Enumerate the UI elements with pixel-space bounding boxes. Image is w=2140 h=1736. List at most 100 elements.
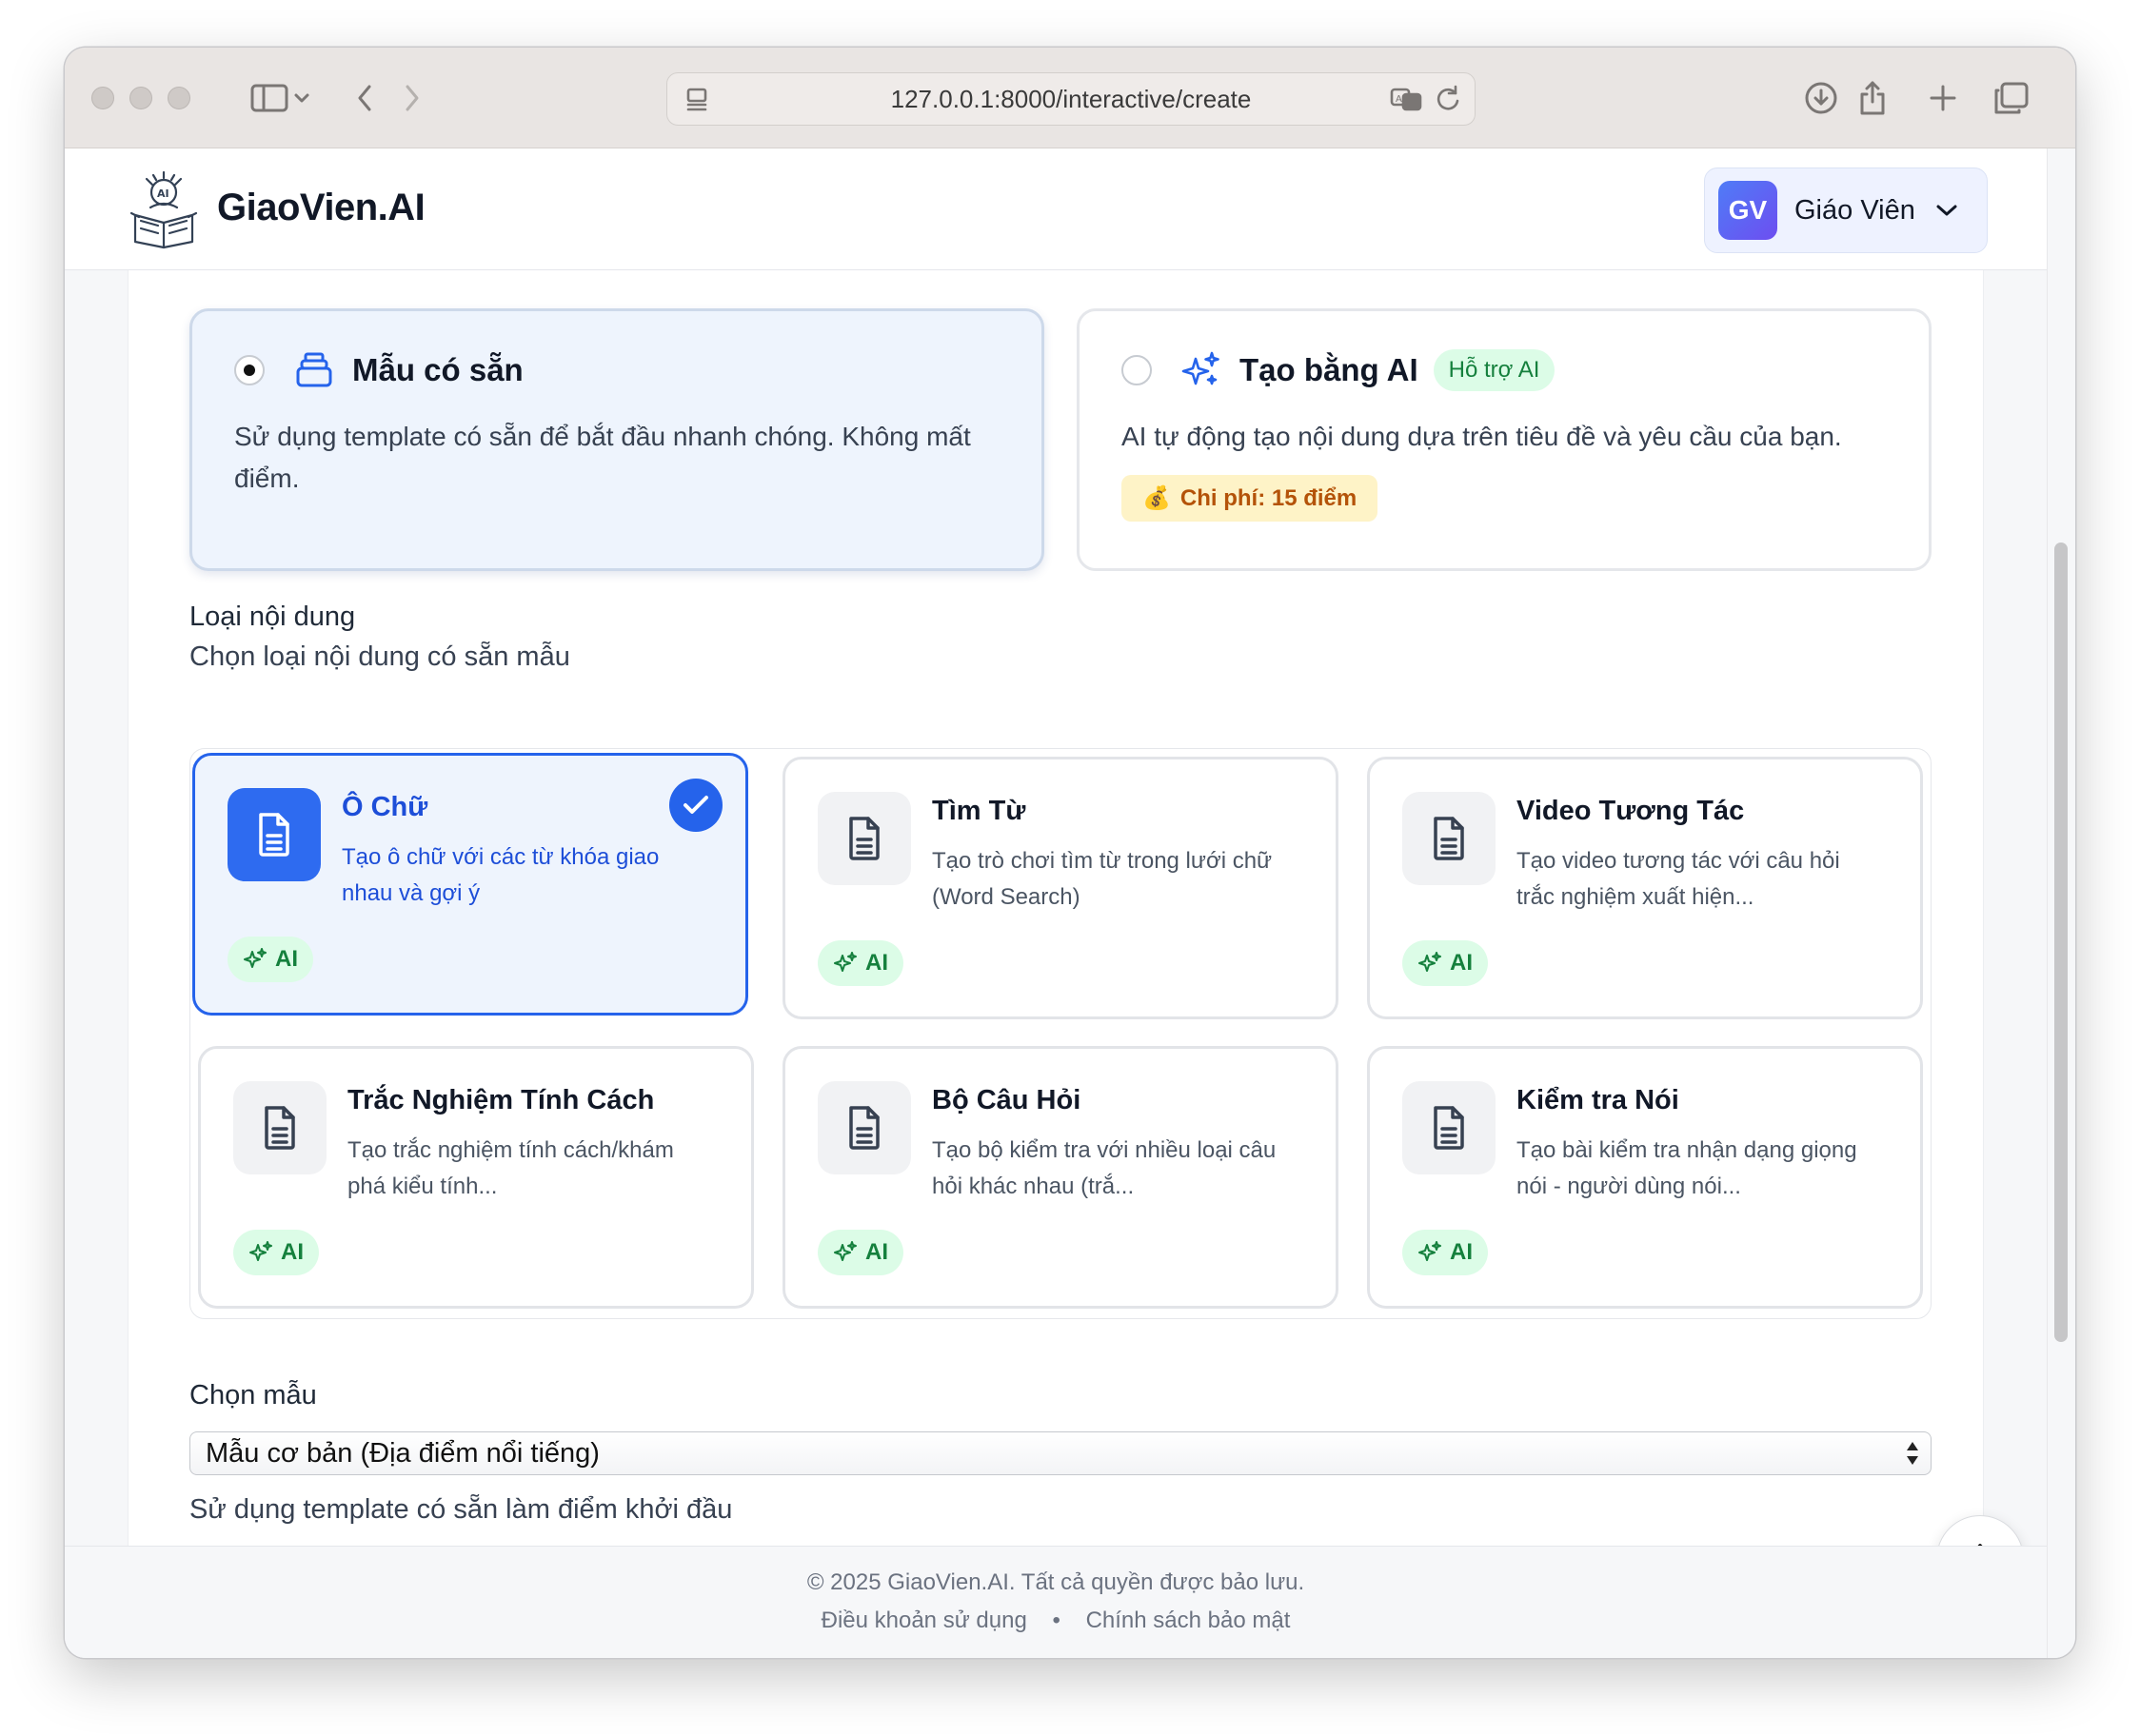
mode-description-template: Sử dụng template có sẵn để bắt đầu nhanh…	[234, 422, 971, 493]
check-icon	[669, 779, 723, 832]
ai-tag: AI	[233, 1230, 319, 1275]
new-tab-icon[interactable]	[1921, 76, 1965, 120]
page: AI GiaoVien.AI GV Giáo Viên Mẫu có sẵn S…	[65, 148, 2047, 1658]
type-title: Video Tương Tác	[1516, 796, 1745, 826]
footer-separator: •	[1052, 1608, 1060, 1633]
mode-title-template: Mẫu có sẵn	[352, 352, 524, 387]
chevron-down-icon[interactable]	[289, 76, 314, 120]
type-description: Tạo trò chơi tìm từ trong lưới chữ (Word…	[932, 848, 1273, 910]
document-icon	[818, 792, 911, 885]
type-card-question-set[interactable]: Bộ Câu Hỏi Tạo bộ kiểm tra với nhiều loạ…	[783, 1046, 1338, 1309]
sidebar-toggle-icon[interactable]	[248, 76, 291, 120]
document-icon	[1402, 792, 1496, 885]
ai-tag: AI	[1402, 940, 1488, 986]
avatar: GV	[1718, 181, 1777, 240]
template-select[interactable]: Mẫu cơ bản (Địa điểm nổi tiếng)	[189, 1431, 1932, 1475]
type-card-speaking-test[interactable]: Kiểm tra Nói Tạo bài kiểm tra nhận dạng …	[1367, 1046, 1923, 1309]
privacy-link[interactable]: Chính sách bảo mật	[1086, 1608, 1291, 1633]
copyright-text: © 2025 GiaoVien.AI. Tất cả quyền được bả…	[806, 1569, 1305, 1595]
content-type-sublabel: Chọn loại nội dung có sẵn mẫu	[189, 641, 570, 672]
svg-text:A: A	[1396, 94, 1402, 105]
ai-tag-label: AI	[275, 946, 298, 972]
document-icon	[1402, 1081, 1496, 1174]
select-arrows-icon	[1907, 1442, 1918, 1465]
ai-tag-label: AI	[865, 1239, 888, 1265]
ai-tag-label: AI	[1450, 1239, 1473, 1265]
back-icon[interactable]	[343, 76, 386, 120]
money-bag-icon: 💰	[1142, 485, 1171, 511]
create-form: Mẫu có sẵn Sử dụng template có sẵn để bắ…	[128, 270, 1984, 1546]
template-select-hint: Sử dụng template có sẵn làm điểm khởi đầ…	[189, 1494, 733, 1525]
scrollbar-thumb[interactable]	[2054, 542, 2068, 1342]
sparkles-icon	[1418, 1241, 1441, 1261]
type-description: Tạo bài kiểm tra nhận dạng giọng nói - n…	[1516, 1137, 1857, 1199]
sparkles-icon	[834, 952, 857, 972]
template-select-value: Mẫu cơ bản (Địa điểm nổi tiếng)	[206, 1437, 600, 1469]
type-card-personality-quiz[interactable]: Trắc Nghiệm Tính Cách Tạo trắc nghiệm tí…	[198, 1046, 754, 1309]
type-card-interactive-video[interactable]: Video Tương Tác Tạo video tương tác với …	[1367, 757, 1923, 1019]
share-icon[interactable]	[1851, 76, 1894, 120]
reload-icon[interactable]	[1433, 84, 1463, 121]
browser-toolbar: 127.0.0.1:8000/interactive/create A	[65, 48, 2075, 148]
url-text: 127.0.0.1:8000/interactive/create	[890, 84, 1252, 113]
sparkles-icon	[1180, 349, 1222, 391]
minimize-window-button[interactable]	[129, 87, 152, 109]
document-icon	[818, 1081, 911, 1174]
mode-radio-template[interactable]	[234, 355, 265, 385]
type-title: Bộ Câu Hỏi	[932, 1085, 1081, 1115]
cost-badge: 💰 Chi phí: 15 điểm	[1121, 475, 1378, 522]
logo-icon[interactable]: AI	[124, 169, 204, 249]
type-title: Trắc Nghiệm Tính Cách	[347, 1085, 655, 1115]
type-title: Kiểm tra Nói	[1516, 1085, 1679, 1115]
mode-card-ai[interactable]: Tạo bằng AI Hỗ trợ AI AI tự động tạo nội…	[1077, 308, 1932, 571]
cost-text: Chi phí: 15 điểm	[1179, 484, 1357, 511]
type-title: Tìm Từ	[932, 796, 1026, 826]
ai-tag: AI	[228, 937, 313, 982]
user-menu-button[interactable]: GV Giáo Viên	[1704, 168, 1988, 253]
type-description: Tạo ô chữ với các từ khóa giao nhau và g…	[342, 844, 660, 906]
tab-overview-icon[interactable]	[1990, 76, 2033, 120]
zoom-window-button[interactable]	[168, 87, 190, 109]
sparkles-icon	[834, 1241, 857, 1261]
template-select-label: Chọn mẫu	[189, 1380, 317, 1410]
brand-name[interactable]: GiaoVien.AI	[217, 187, 426, 229]
type-description: Tạo video tương tác với câu hỏi trắc ngh…	[1516, 848, 1840, 910]
close-window-button[interactable]	[91, 87, 114, 109]
type-card-word-search[interactable]: Tìm Từ Tạo trò chơi tìm từ trong lưới ch…	[783, 757, 1338, 1019]
site-header: AI GiaoVien.AI GV Giáo Viên	[65, 148, 2047, 270]
svg-text:AI: AI	[157, 187, 169, 200]
mode-radio-ai[interactable]	[1121, 355, 1152, 385]
type-description: Tạo bộ kiểm tra với nhiều loại câu hỏi k…	[932, 1137, 1277, 1199]
ai-support-badge: Hỗ trợ AI	[1433, 349, 1555, 391]
ai-tag: AI	[818, 1230, 903, 1275]
page-settings-icon[interactable]	[681, 84, 713, 121]
terms-link[interactable]: Điều khoản sử dụng	[822, 1608, 1027, 1633]
type-card-crossword[interactable]: Ô Chữ Tạo ô chữ với các từ khóa giao nha…	[192, 753, 748, 1016]
sparkles-icon	[1418, 952, 1441, 972]
ai-tag-label: AI	[281, 1239, 304, 1265]
address-bar[interactable]: 127.0.0.1:8000/interactive/create A	[666, 72, 1476, 126]
mode-description-ai: AI tự động tạo nội dung dựa trên tiêu đề…	[1121, 422, 1842, 451]
download-icon[interactable]	[1799, 76, 1843, 120]
content-type-grid: Ô Chữ Tạo ô chữ với các từ khóa giao nha…	[189, 748, 1932, 1319]
sparkles-icon	[244, 948, 267, 968]
footer-links: Điều khoản sử dụng • Chính sách bảo mật	[65, 1608, 2047, 1634]
inbox-stack-icon	[293, 349, 335, 391]
forward-icon[interactable]	[390, 76, 434, 120]
content-type-label: Loại nội dung	[189, 602, 356, 632]
type-description: Tạo trắc nghiệm tính cách/khám phá kiểu …	[347, 1137, 674, 1199]
document-icon	[233, 1081, 327, 1174]
document-icon	[228, 788, 321, 881]
ai-tag-label: AI	[865, 950, 888, 976]
type-title: Ô Chữ	[342, 792, 428, 822]
translate-icon[interactable]: A	[1389, 84, 1425, 121]
user-name: Giáo Viên	[1794, 194, 1915, 226]
chevron-down-icon	[1936, 205, 1957, 216]
mode-card-template[interactable]: Mẫu có sẵn Sử dụng template có sẵn để bắ…	[189, 308, 1044, 571]
ai-tag: AI	[818, 940, 903, 986]
ai-tag-label: AI	[1450, 950, 1473, 976]
sparkles-icon	[249, 1241, 272, 1261]
ai-tag: AI	[1402, 1230, 1488, 1275]
browser-window: 127.0.0.1:8000/interactive/create A AI G…	[65, 48, 2075, 1658]
site-footer: © 2025 GiaoVien.AI. Tất cả quyền được bả…	[65, 1546, 2047, 1658]
